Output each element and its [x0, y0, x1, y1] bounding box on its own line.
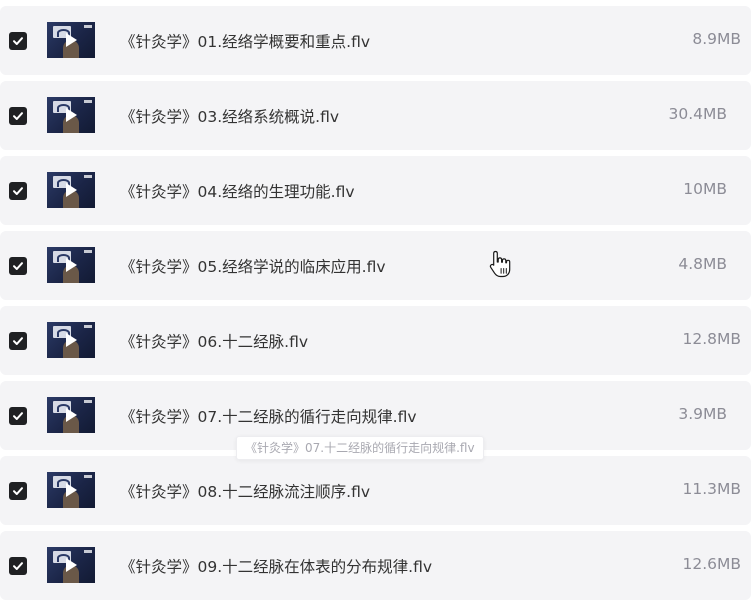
file-name[interactable]: 《针灸学》07.十二经脉的循行走向规律.flv — [120, 405, 417, 427]
video-thumbnail[interactable] — [47, 97, 95, 133]
file-name[interactable]: 《针灸学》04.经络的生理功能.flv — [120, 180, 355, 202]
video-thumbnail[interactable] — [47, 172, 95, 208]
file-row-09[interactable]: 《针灸学》09.十二经脉在体表的分布规律.flv 12.6MB — [0, 531, 751, 600]
file-size: 12.8MB — [682, 330, 741, 348]
video-thumbnail[interactable] — [47, 472, 95, 508]
file-size: 10MB — [683, 180, 727, 198]
file-checkbox[interactable] — [9, 257, 27, 275]
check-icon — [13, 412, 23, 420]
file-checkbox[interactable] — [9, 182, 27, 200]
file-row-03[interactable]: 《针灸学》03.经络系统概说.flv 30.4MB — [0, 81, 751, 150]
play-icon — [66, 558, 77, 572]
file-checkbox[interactable] — [9, 107, 27, 125]
file-name[interactable]: 《针灸学》03.经络系统概说.flv — [120, 105, 339, 127]
file-checkbox[interactable] — [9, 407, 27, 425]
file-name[interactable]: 《针灸学》09.十二经脉在体表的分布规律.flv — [120, 555, 432, 577]
video-thumbnail[interactable] — [47, 22, 95, 58]
file-checkbox[interactable] — [9, 557, 27, 575]
file-checkbox[interactable] — [9, 332, 27, 350]
video-thumbnail[interactable] — [47, 322, 95, 358]
file-row-08[interactable]: 《针灸学》08.十二经脉流注顺序.flv 11.3MB — [0, 456, 751, 525]
file-checkbox[interactable] — [9, 482, 27, 500]
check-icon — [13, 562, 23, 570]
check-icon — [13, 112, 23, 120]
file-size: 11.3MB — [682, 480, 741, 498]
play-icon — [66, 33, 77, 47]
file-row-06[interactable]: 《针灸学》06.十二经脉.flv 12.8MB — [0, 306, 751, 375]
file-row-04[interactable]: 《针灸学》04.经络的生理功能.flv 10MB — [0, 156, 751, 225]
file-name[interactable]: 《针灸学》01.经络学概要和重点.flv — [120, 30, 370, 52]
file-name[interactable]: 《针灸学》06.十二经脉.flv — [120, 330, 308, 352]
check-icon — [13, 487, 23, 495]
file-size: 30.4MB — [668, 105, 727, 123]
file-row-01[interactable]: 《针灸学》01.经络学概要和重点.flv 8.9MB — [0, 6, 751, 75]
file-list: 《针灸学》01.经络学概要和重点.flv 8.9MB 《针灸学》03.经络系统概… — [0, 0, 751, 600]
check-icon — [13, 337, 23, 345]
filename-tooltip: 《针灸学》07.十二经脉的循行走向规律.flv — [236, 436, 484, 460]
file-size: 4.8MB — [678, 255, 727, 273]
file-size: 12.6MB — [682, 555, 741, 573]
file-size: 8.9MB — [692, 30, 741, 48]
check-icon — [13, 187, 23, 195]
check-icon — [13, 262, 23, 270]
file-checkbox[interactable] — [9, 32, 27, 50]
play-icon — [66, 333, 77, 347]
video-thumbnail[interactable] — [47, 547, 95, 583]
play-icon — [66, 183, 77, 197]
play-icon — [66, 108, 77, 122]
check-icon — [13, 37, 23, 45]
play-icon — [66, 258, 77, 272]
video-thumbnail[interactable] — [47, 397, 95, 433]
file-size: 3.9MB — [678, 405, 727, 423]
play-icon — [66, 408, 77, 422]
file-name[interactable]: 《针灸学》08.十二经脉流注顺序.flv — [120, 480, 370, 502]
video-thumbnail[interactable] — [47, 247, 95, 283]
file-row-05[interactable]: 《针灸学》05.经络学说的临床应用.flv 4.8MB — [0, 231, 751, 300]
hand-pointer-icon — [489, 250, 511, 278]
file-name[interactable]: 《针灸学》05.经络学说的临床应用.flv — [120, 255, 386, 277]
play-icon — [66, 483, 77, 497]
